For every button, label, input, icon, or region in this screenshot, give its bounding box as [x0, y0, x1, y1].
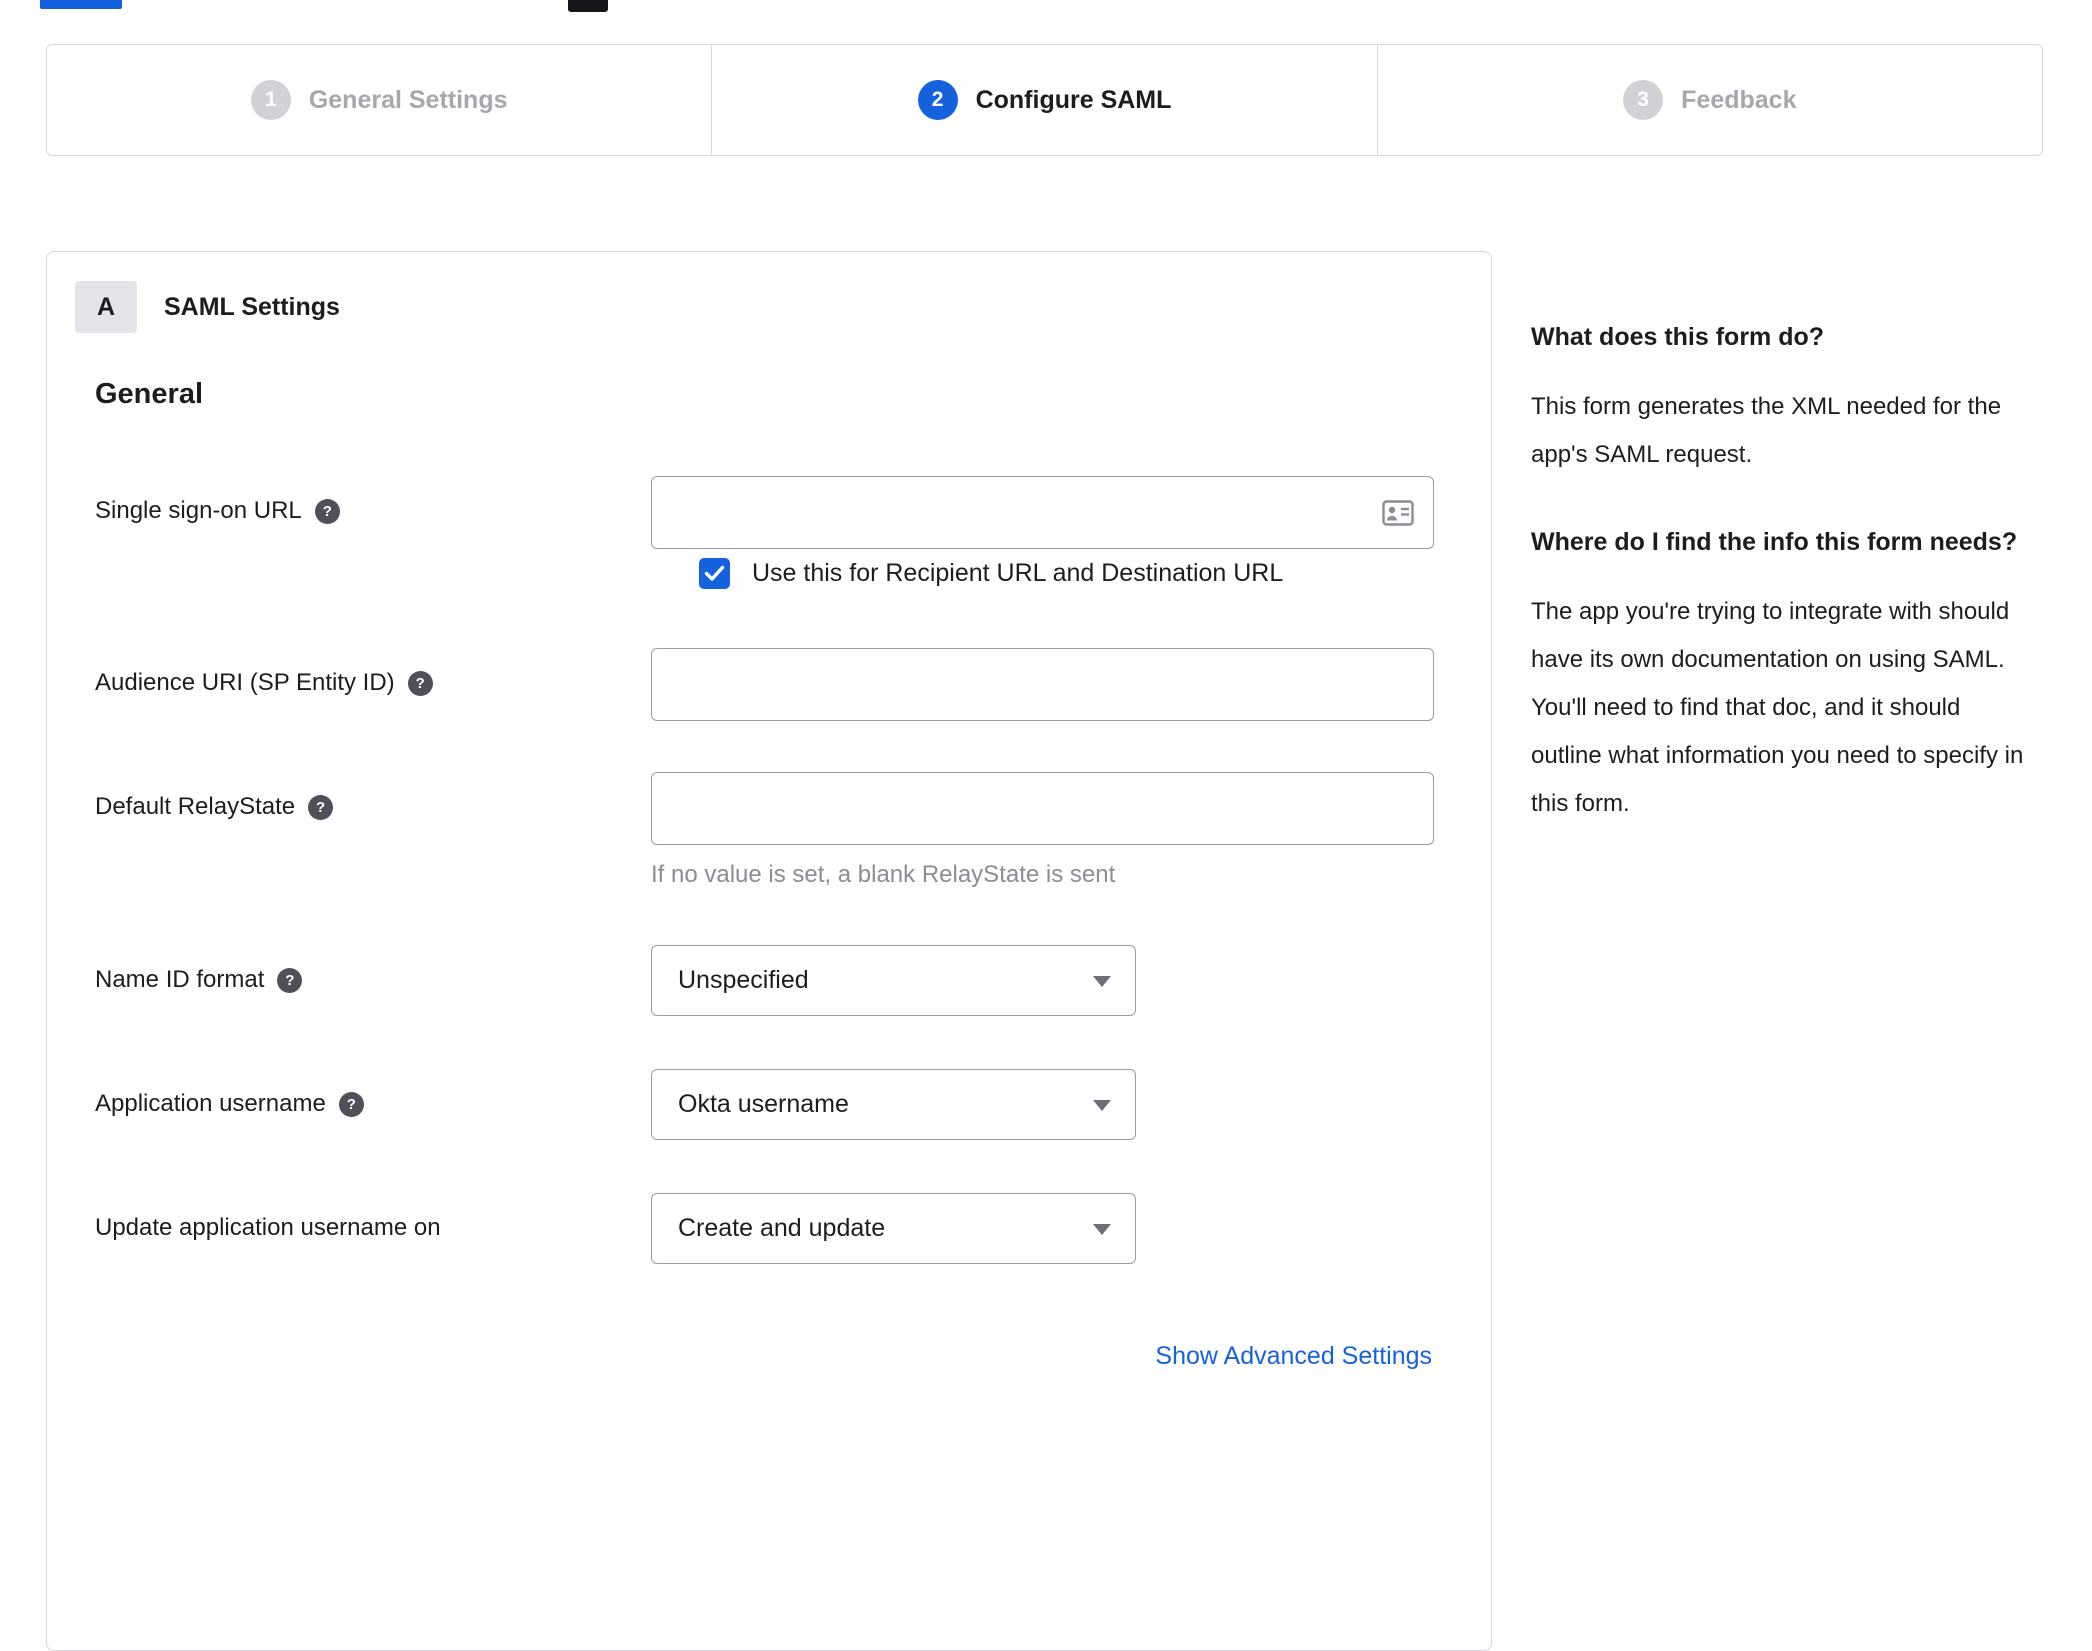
chevron-down-icon: [1093, 1224, 1111, 1235]
update-username-value: Create and update: [678, 1214, 886, 1242]
help-icon[interactable]: ?: [338, 1091, 364, 1117]
sidebar-heading-what: What does this form do?: [1531, 323, 1825, 351]
sidebar-body-what: This form generates the XML needed for t…: [1531, 393, 2002, 468]
update-username-row: Update application username on Create an…: [95, 1193, 1481, 1264]
checked-checkbox-icon[interactable]: [699, 558, 730, 589]
step-number-badge: 3: [1623, 80, 1664, 120]
relay-state-label-wrap: Default RelayState ?: [95, 772, 651, 821]
sso-url-label-wrap: Single sign-on URL ?: [95, 476, 651, 525]
relay-state-label: Default RelayState: [95, 793, 296, 820]
step-number-badge: 1: [250, 80, 291, 120]
name-id-format-row: Name ID format ? Unspecified: [95, 945, 1481, 1016]
audience-uri-label: Audience URI (SP Entity ID): [95, 669, 395, 696]
step-label: General Settings: [308, 85, 508, 114]
application-username-row: Application username ? Okta username: [95, 1069, 1481, 1140]
audience-uri-row: Audience URI (SP Entity ID) ?: [95, 648, 1481, 721]
audience-uri-input[interactable]: [651, 648, 1434, 721]
update-username-select[interactable]: Create and update: [651, 1193, 1136, 1264]
step-label: Configure SAML: [975, 85, 1172, 114]
step-feedback[interactable]: 3 Feedback: [1376, 45, 2042, 155]
panel-title: SAML Settings: [164, 293, 340, 321]
name-id-format-select[interactable]: Unspecified: [651, 945, 1136, 1016]
step-general-settings[interactable]: 1 General Settings: [47, 45, 711, 155]
chevron-down-icon: [1093, 976, 1111, 987]
cutoff-title-fragment: [40, 0, 122, 9]
show-advanced-settings-link[interactable]: Show Advanced Settings: [1155, 1342, 1432, 1371]
audience-uri-label-wrap: Audience URI (SP Entity ID) ?: [95, 648, 651, 697]
update-username-label-wrap: Update application username on: [95, 1193, 651, 1242]
section-a-badge: A: [75, 281, 137, 333]
relay-state-hint: If no value is set, a blank RelayState i…: [651, 861, 1116, 888]
cutoff-title-icon-fragment: [568, 0, 608, 12]
help-sidebar: What does this form do? This form genera…: [1531, 318, 2036, 872]
recipient-url-checkbox-label: Use this for Recipient URL and Destinati…: [752, 559, 1284, 587]
sidebar-heading-where: Where do I find the info this form needs…: [1531, 528, 2018, 556]
sso-url-label: Single sign-on URL: [95, 497, 302, 524]
application-username-label: Application username: [95, 1090, 326, 1117]
application-username-select[interactable]: Okta username: [651, 1069, 1136, 1140]
name-id-format-label-wrap: Name ID format ?: [95, 945, 651, 994]
saml-settings-panel: A SAML Settings General Single sign-on U…: [46, 251, 1492, 1651]
contact-card-icon: [1382, 500, 1414, 531]
sso-url-input[interactable]: [651, 476, 1434, 549]
step-label: Feedback: [1681, 85, 1797, 114]
chevron-down-icon: [1093, 1100, 1111, 1111]
help-icon[interactable]: ?: [308, 794, 334, 820]
help-icon[interactable]: ?: [277, 967, 303, 993]
wizard-stepper: 1 General Settings 2 Configure SAML 3 Fe…: [46, 44, 2043, 156]
application-username-value: Okta username: [678, 1090, 849, 1118]
sidebar-body-where: The app you're trying to integrate with …: [1531, 598, 2024, 817]
update-username-label: Update application username on: [95, 1214, 441, 1241]
name-id-format-value: Unspecified: [678, 966, 809, 994]
relay-state-input[interactable]: [651, 772, 1434, 845]
help-icon[interactable]: ?: [314, 498, 340, 524]
general-section-heading: General: [95, 378, 203, 410]
relay-state-row: Default RelayState ? If no value is set,…: [95, 772, 1481, 889]
recipient-url-checkbox-row[interactable]: Use this for Recipient URL and Destinati…: [699, 558, 1283, 589]
name-id-format-label: Name ID format: [95, 966, 265, 993]
sso-url-row: Single sign-on URL ?: [95, 476, 1481, 549]
application-username-label-wrap: Application username ?: [95, 1069, 651, 1118]
help-icon[interactable]: ?: [407, 670, 433, 696]
step-number-badge: 2: [917, 80, 958, 120]
step-configure-saml[interactable]: 2 Configure SAML: [711, 45, 1376, 155]
